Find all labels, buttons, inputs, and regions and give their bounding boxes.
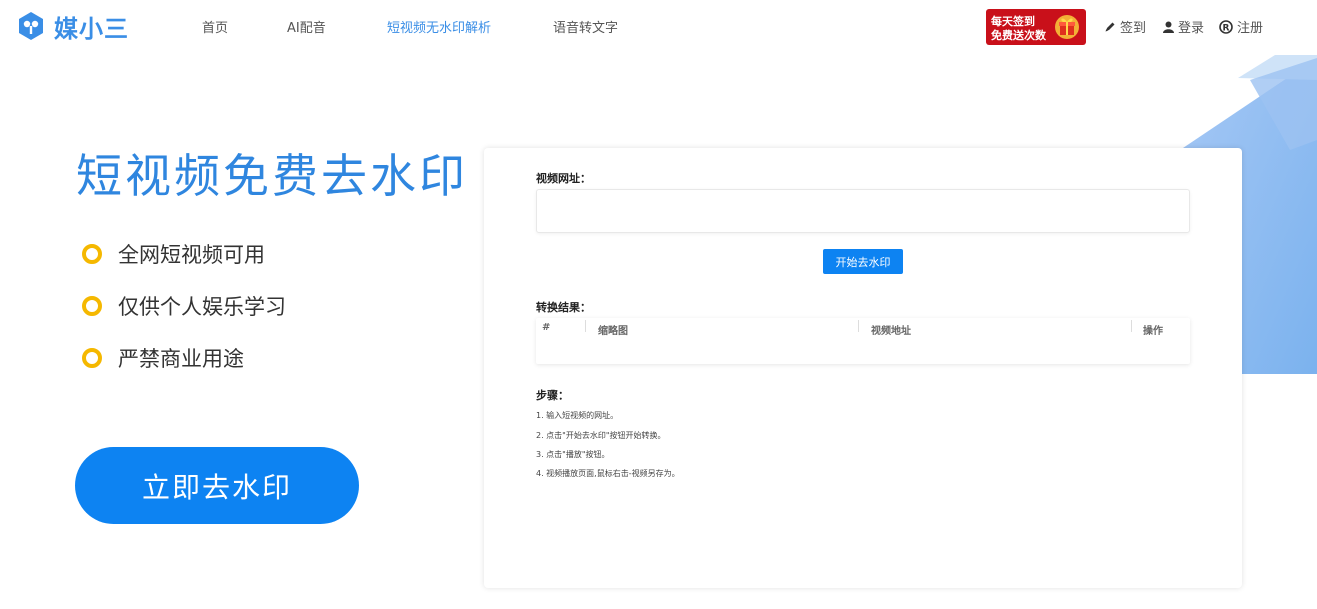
table-header-action: 操作 <box>1143 326 1163 337</box>
nav-video-watermark[interactable]: 短视频无水印解析 <box>387 17 491 36</box>
user-icon <box>1163 21 1174 33</box>
step-item: 2. 点击"开始去水印"按钮开始转换。 <box>536 431 666 440</box>
nav-ai-dubbing[interactable]: AI配音 <box>287 17 326 36</box>
brand-logo[interactable]: 媒小三 <box>18 11 129 43</box>
svg-text:R: R <box>1223 23 1230 33</box>
brand-logo-icon <box>19 12 43 40</box>
login-link[interactable]: 登录 <box>1163 17 1204 36</box>
step-item: 3. 点击"播放"按钮。 <box>536 450 610 459</box>
gift-icon <box>1055 15 1079 39</box>
registered-icon: R <box>1219 19 1233 34</box>
hero-title: 短视频免费去水印 <box>76 149 468 203</box>
ring-bullet-icon <box>82 348 102 368</box>
top-header: 媒小三 首页 AI配音 短视频无水印解析 语音转文字 每天签到 免费送次数 签到 <box>0 0 1317 52</box>
login-label: 登录 <box>1178 21 1205 36</box>
start-remove-watermark-button[interactable]: 开始去水印 <box>823 249 903 274</box>
table-header-video-url: 视频地址 <box>871 326 911 337</box>
table-header-divider <box>1131 320 1132 332</box>
table-header-index: # <box>542 322 551 333</box>
feature-item: 全网短视频可用 <box>82 228 286 280</box>
feature-text: 仅供个人娱乐学习 <box>118 295 286 319</box>
url-label: 视频网址： <box>536 172 591 185</box>
table-header-divider <box>585 320 586 332</box>
steps-label: 步骤： <box>536 389 569 402</box>
register-link[interactable]: R 注册 <box>1219 17 1263 36</box>
feature-text: 严禁商业用途 <box>118 347 244 371</box>
feature-item: 严禁商业用途 <box>82 332 286 384</box>
nav-speech-to-text[interactable]: 语音转文字 <box>553 17 618 36</box>
step-item: 4. 视频播放页面,鼠标右击-视频另存为。 <box>536 469 680 478</box>
checkin-promo-banner[interactable]: 每天签到 免费送次数 <box>986 9 1086 45</box>
nav-home[interactable]: 首页 <box>202 17 228 36</box>
result-label: 转换结果： <box>536 301 591 314</box>
feature-text: 全网短视频可用 <box>118 243 265 267</box>
remove-watermark-cta-button[interactable]: 立即去水印 <box>75 447 359 524</box>
pencil-icon <box>1105 22 1115 31</box>
video-url-input[interactable] <box>536 189 1190 233</box>
feature-list: 全网短视频可用 仅供个人娱乐学习 严禁商业用途 <box>82 228 286 384</box>
brand-name: 媒小三 <box>54 14 129 43</box>
table-header-thumbnail: 缩略图 <box>598 326 628 337</box>
checkin-label: 签到 <box>1120 21 1147 36</box>
feature-item: 仅供个人娱乐学习 <box>82 280 286 332</box>
table-header-divider <box>858 320 859 332</box>
result-table: # 缩略图 视频地址 操作 <box>536 318 1190 364</box>
watermark-panel: 视频网址： 开始去水印 转换结果： # 缩略图 视频地址 操作 步骤： 1. 输… <box>484 148 1242 588</box>
checkin-link[interactable]: 签到 <box>1104 17 1146 36</box>
ring-bullet-icon <box>82 244 102 264</box>
ring-bullet-icon <box>82 296 102 316</box>
register-label: 注册 <box>1237 21 1264 36</box>
promo-line-2: 免费送次数 <box>991 29 1046 42</box>
step-item: 1. 输入短视频的网址。 <box>536 411 619 420</box>
